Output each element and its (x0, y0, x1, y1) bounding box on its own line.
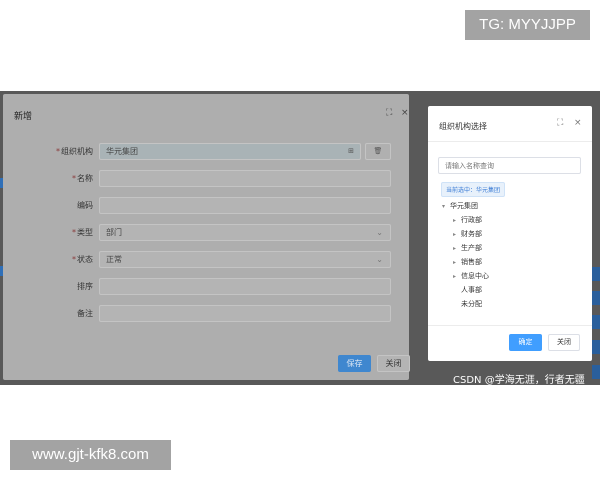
chevron-down-icon: ⌄ (376, 255, 383, 264)
caret-right-icon: ▸ (453, 273, 457, 280)
caret-right-icon: ▸ (453, 259, 457, 266)
name-label: 名称 (77, 174, 93, 183)
background-edge (592, 315, 600, 329)
sort-input[interactable] (99, 278, 391, 295)
tree-node-root[interactable]: ▾ 华元集团 (442, 200, 478, 213)
search-input[interactable] (438, 157, 581, 174)
tree-node[interactable]: ▸ 财务部 (453, 228, 482, 241)
form-row-remark: 备注 (3, 305, 409, 322)
close-icon[interactable]: × (574, 118, 582, 128)
remark-label: 备注 (77, 309, 93, 318)
save-button[interactable]: 保存 (338, 355, 371, 372)
tree-node[interactable]: ▸ 行政部 (453, 214, 482, 227)
page: TG: MYYJJPP 新增 ⛶ × *组织机构 华元集团 ⊞ 🗑 *名称 编码… (0, 0, 600, 480)
code-label: 编码 (77, 201, 93, 210)
divider (428, 141, 592, 142)
confirm-button[interactable]: 确定 (509, 334, 542, 351)
status-label: 状态 (77, 255, 93, 264)
caret-down-icon: ▾ (442, 203, 446, 210)
form-row-org: *组织机构 华元集团 ⊞ 🗑 (3, 143, 409, 160)
tree-node[interactable]: 未分配 (461, 298, 482, 311)
caret-right-icon: ▸ (453, 217, 457, 224)
sort-label: 排序 (77, 282, 93, 291)
type-select[interactable]: 部门 ⌄ (99, 224, 391, 241)
tree-node[interactable]: ▸ 信息中心 (453, 270, 489, 283)
clear-org-button[interactable]: 🗑 (365, 143, 391, 160)
code-input[interactable] (99, 197, 391, 214)
close-icon[interactable]: × (401, 108, 409, 118)
remark-input[interactable] (99, 305, 391, 322)
maximize-icon[interactable]: ⛶ (386, 108, 392, 118)
picker-title: 组织机构选择 (439, 122, 487, 131)
watermark-top: TG: MYYJJPP (465, 10, 590, 40)
tree-node[interactable]: ▸ 生产部 (453, 242, 482, 255)
caret-right-icon: ▸ (453, 245, 457, 252)
maximize-icon[interactable]: ⛶ (557, 118, 563, 128)
form-row-code: 编码 (3, 197, 409, 214)
watermark-bottom: www.gjt-kfk8.com (10, 440, 171, 470)
chevron-down-icon: ⌄ (376, 228, 383, 237)
org-picker-dialog: 组织机构选择 ⛶ × 当前选中：华元集团 ▾华元集团 ▸行政部 ▸财务部 ▸生产… (428, 106, 592, 361)
close-button[interactable]: 关闭 (548, 334, 580, 351)
form-row-status: *状态 正常 ⌄ (3, 251, 409, 268)
background-edge (592, 267, 600, 281)
name-input[interactable] (99, 170, 391, 187)
org-label: 组织机构 (61, 147, 93, 156)
background-edge (592, 291, 600, 305)
dialog-title: 新增 (14, 112, 33, 122)
org-field[interactable]: 华元集团 ⊞ (99, 143, 361, 160)
background-edge (592, 340, 600, 354)
divider (428, 325, 592, 326)
background-edge (592, 365, 600, 379)
form-row-sort: 排序 (3, 278, 409, 295)
tree-node[interactable]: 人事部 (461, 284, 482, 297)
close-button[interactable]: 关闭 (377, 355, 410, 372)
tree-node[interactable]: ▸ 销售部 (453, 256, 482, 269)
form-row-type: *类型 部门 ⌄ (3, 224, 409, 241)
screenshot-area: 新增 ⛶ × *组织机构 华元集团 ⊞ 🗑 *名称 编码 *类型 部门 ⌄ *状… (0, 91, 600, 385)
add-dialog: 新增 ⛶ × *组织机构 华元集团 ⊞ 🗑 *名称 编码 *类型 部门 ⌄ *状… (3, 94, 410, 380)
trash-icon: 🗑 (373, 147, 383, 155)
credit-watermark: CSDN @学海无涯，行者无疆 (453, 375, 585, 385)
status-select[interactable]: 正常 ⌄ (99, 251, 391, 268)
grid-icon: ⊞ (348, 147, 354, 155)
caret-right-icon: ▸ (453, 231, 457, 238)
form-row-name: *名称 (3, 170, 409, 187)
type-label: 类型 (77, 228, 93, 237)
selected-tag: 当前选中：华元集团 (441, 182, 506, 197)
